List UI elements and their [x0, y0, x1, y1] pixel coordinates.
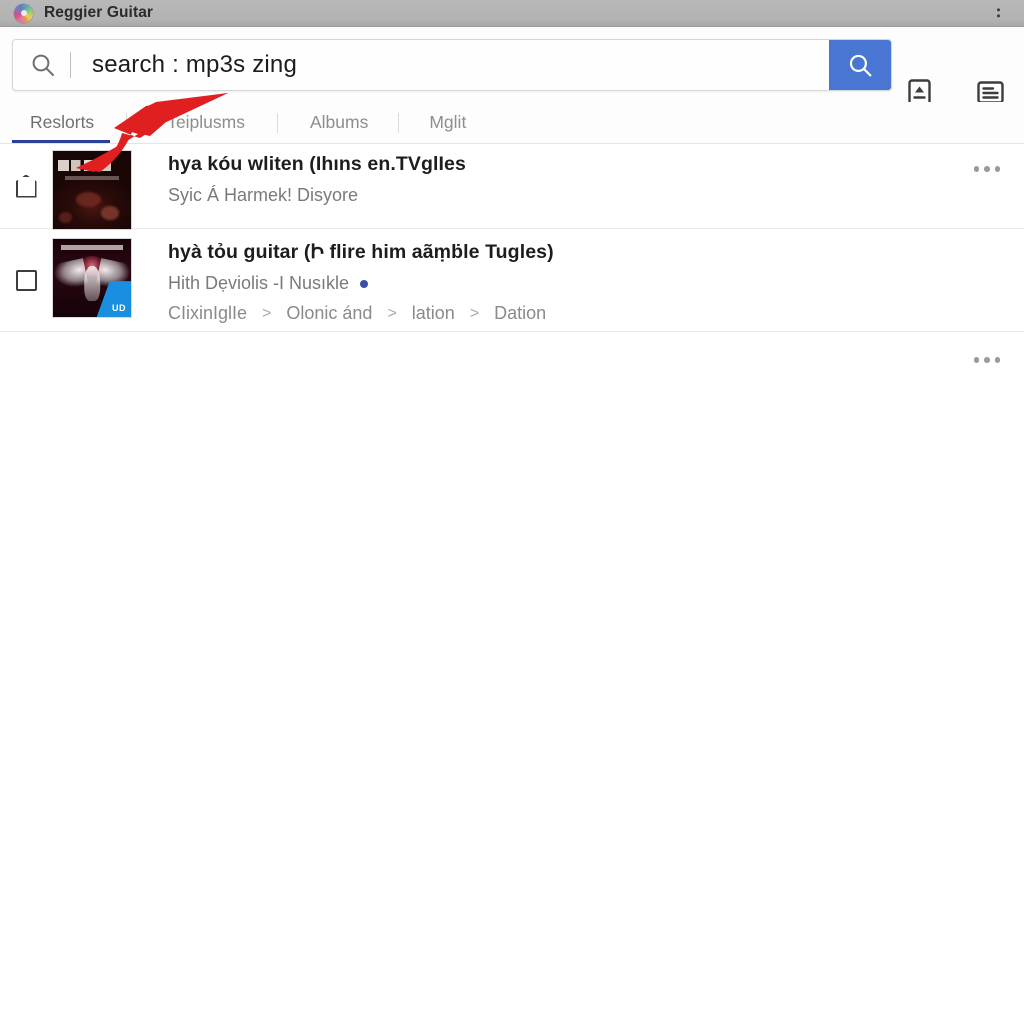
music-disc-icon	[14, 3, 33, 23]
breadcrumb: CIixinIglIe > Olonic ánd > lation > Dati…	[168, 303, 950, 324]
window-title: Reggier Guitar	[44, 4, 154, 21]
checkbox-icon	[15, 269, 37, 291]
breadcrumb-item[interactable]: lation	[412, 303, 455, 324]
row-text-block: hyà tỏu guitar (Ի flire him aãṃḃle Tugle…	[132, 229, 950, 324]
breadcrumb-item[interactable]: Dation	[494, 303, 546, 324]
search-input-value: search : mp3s zing	[92, 51, 298, 78]
search-icon	[30, 52, 56, 78]
tab-albums[interactable]: Albums	[308, 112, 370, 133]
table-row[interactable]: hya kóu wliten (Ihıns en.TVglIes Syic Á …	[0, 144, 1024, 230]
result-title[interactable]: hyà tỏu guitar (Ի flire him aãṃḃle Tugle…	[168, 240, 950, 264]
result-subtitle: Syic Á Harmek! Disyore	[168, 185, 950, 206]
tab-teiplusms[interactable]: Teiplusms	[165, 112, 247, 133]
result-subtitle-text: Hith Dẹviolis -I Nusıkle	[168, 273, 350, 293]
search-input[interactable]: search : mp3s zing	[12, 39, 892, 91]
search-results-list: hya kóu wliten (Ihıns en.TVglIes Syic Á …	[0, 144, 1024, 363]
chevron-right-icon: >	[387, 304, 397, 322]
breadcrumb-item[interactable]: CIixinIglIe	[168, 303, 247, 324]
tab-separator	[277, 112, 278, 133]
status-dot-icon	[360, 279, 369, 288]
more-horizontal-icon[interactable]	[950, 357, 1024, 363]
more-vertical-icon[interactable]	[996, 8, 1000, 18]
pentagon-icon	[15, 174, 37, 198]
tab-mglit[interactable]: Mglit	[427, 112, 468, 133]
window-titlebar: Reggier Guitar	[0, 0, 1024, 27]
more-horizontal-icon[interactable]	[950, 166, 1024, 172]
search-bar-region: search : mp3s zing	[0, 27, 1024, 106]
tab-separator	[398, 112, 400, 133]
tab-separator	[126, 112, 128, 133]
breadcrumb-item[interactable]: Olonic ánd	[286, 303, 372, 324]
row-text-block: hya kóu wliten (Ihıns en.TVglIes Syic Á …	[132, 144, 950, 206]
tab-reslorts[interactable]: Reslorts	[28, 112, 96, 133]
row-select-pentagon[interactable]	[0, 174, 52, 198]
result-subtitle: Hith Dẹviolis -I Nusıkle	[168, 273, 950, 294]
tab-bar: Reslorts Teiplusms Albums Mglit	[0, 102, 1024, 144]
table-row[interactable]: UD hyà tỏu guitar (Ի flire him aãṃḃle Tu…	[0, 229, 1024, 363]
thumbnail-badge: UD	[112, 303, 126, 313]
active-tab-underline	[12, 140, 110, 143]
result-title[interactable]: hya kóu wliten (Ihıns en.TVglIes	[168, 153, 950, 176]
album-thumbnail	[52, 150, 132, 230]
chevron-right-icon: >	[469, 304, 480, 322]
search-divider	[70, 52, 71, 78]
result-subtitle-text: Syic Á Harmek! Disyore	[168, 185, 359, 205]
row-select-checkbox[interactable]	[0, 269, 52, 291]
chevron-right-icon: >	[262, 304, 272, 322]
album-thumbnail: UD	[52, 238, 132, 318]
search-submit-button[interactable]	[829, 40, 891, 90]
